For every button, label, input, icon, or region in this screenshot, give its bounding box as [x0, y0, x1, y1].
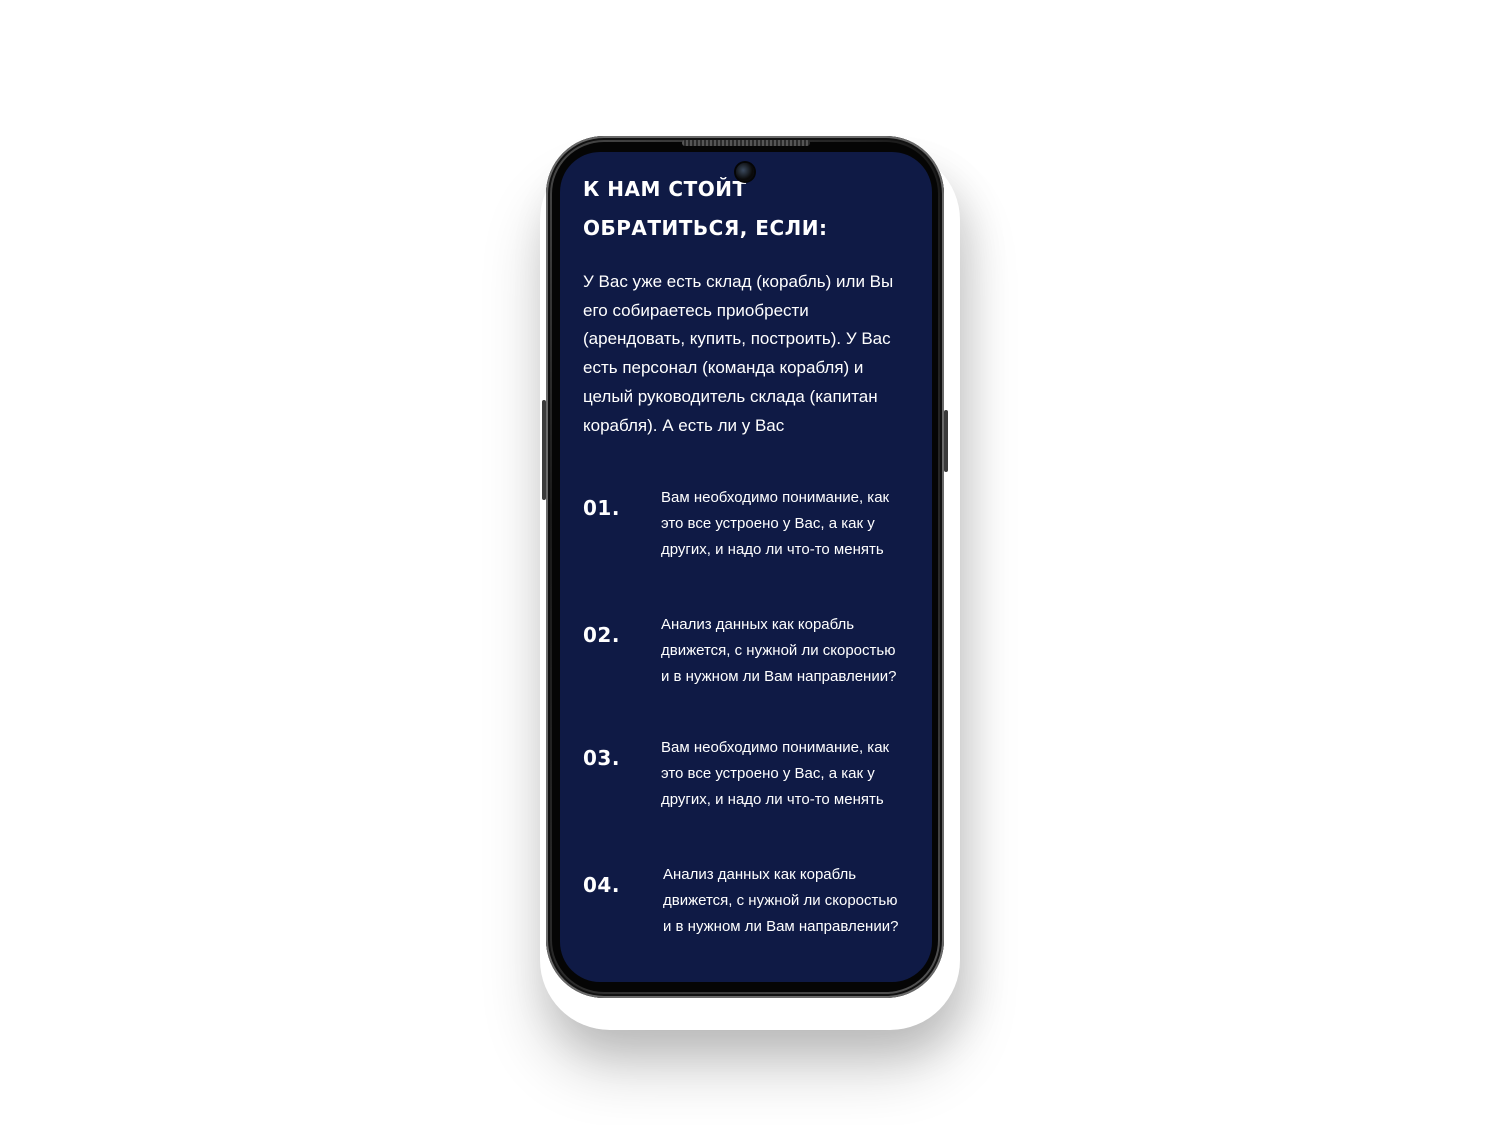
item-number: 02.: [583, 623, 620, 647]
item-number: 03.: [583, 746, 620, 770]
item-text: Вам необходимо понимание, как это все ус…: [661, 739, 890, 808]
page-title: К НАМ СТОЙТ ОБРАТИТЬСЯ, ЕСЛИ:: [583, 177, 828, 240]
phone-screen[interactable]: К НАМ СТОЙТ ОБРАТИТЬСЯ, ЕСЛИ: У Вас уже …: [560, 152, 932, 982]
item-text: Анализ данных как корабль движется, с ну…: [661, 616, 897, 685]
item-text: Анализ данных как корабль движется, с ну…: [663, 866, 899, 935]
front-camera-icon: [736, 163, 754, 181]
earpiece-speaker: [682, 140, 810, 146]
item-text: Вам необходимо понимание, как это все ус…: [661, 489, 890, 558]
intro-paragraph: У Вас уже есть склад (корабль) или Вы ег…: [583, 272, 894, 435]
item-number: 01.: [583, 496, 620, 520]
stage: К НАМ СТОЙТ ОБРАТИТЬСЯ, ЕСЛИ: У Вас уже …: [0, 0, 1500, 1125]
power-button: [944, 410, 948, 472]
item-number: 04.: [583, 873, 620, 897]
